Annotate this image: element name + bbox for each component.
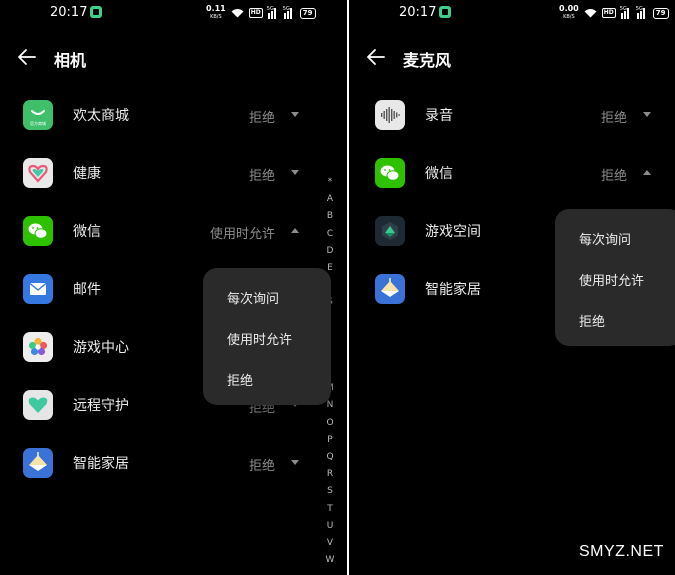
app-name: 录音 bbox=[425, 108, 453, 124]
index-letter[interactable]: * bbox=[324, 174, 336, 191]
status-bar: 20:17 0.00 KB/S HD 5G 5G 79 bbox=[349, 0, 675, 26]
app-name: 远程守护 bbox=[73, 398, 129, 414]
permission-value[interactable]: 拒绝 bbox=[249, 107, 275, 126]
permission-value[interactable]: 拒绝 bbox=[601, 107, 627, 126]
svg-text:官方商城: 官方商城 bbox=[30, 120, 46, 126]
dropdown-option-ask-every-time[interactable]: 每次询问 bbox=[227, 288, 279, 307]
app-name: 健康 bbox=[73, 166, 101, 182]
signal-icon: 5G bbox=[636, 6, 648, 19]
remote-guard-icon bbox=[23, 390, 53, 420]
right-screen: 20:17 0.00 KB/S HD 5G 5G 79 麦克风 录音 拒绝 微信… bbox=[349, 0, 675, 575]
permission-value[interactable]: 拒绝 bbox=[249, 165, 275, 184]
recorder-icon bbox=[375, 100, 405, 130]
heytap-mall-icon: 官方商城 bbox=[23, 100, 53, 130]
hd-icon: HD bbox=[248, 8, 263, 18]
status-time: 20:17 bbox=[399, 5, 437, 20]
wechat-icon bbox=[375, 158, 405, 188]
index-letter[interactable]: T bbox=[324, 501, 336, 518]
wifi-icon bbox=[231, 9, 244, 18]
page-title: 相机 bbox=[54, 51, 87, 70]
app-name: 微信 bbox=[425, 166, 453, 182]
status-time: 20:17 bbox=[50, 5, 88, 20]
app-name: 邮件 bbox=[73, 282, 101, 298]
list-item[interactable]: 微信 拒绝 bbox=[349, 144, 675, 202]
app-name: 智能家居 bbox=[73, 456, 129, 472]
dropdown-option-allow-while-using[interactable]: 使用时允许 bbox=[227, 329, 292, 348]
chevron-up-icon[interactable] bbox=[291, 228, 299, 233]
index-letter[interactable]: U bbox=[324, 518, 336, 535]
game-space-icon bbox=[375, 216, 405, 246]
dropdown-option-allow-while-using[interactable]: 使用时允许 bbox=[579, 270, 644, 289]
list-item[interactable]: 微信 使用时允许 bbox=[0, 202, 347, 260]
dropdown-option-deny[interactable]: 拒绝 bbox=[579, 311, 605, 330]
hd-icon: HD bbox=[601, 8, 616, 18]
status-bar: 20:17 0.11 KB/S HD 5G 5G 79 bbox=[0, 0, 347, 26]
index-letter[interactable]: O bbox=[324, 415, 336, 432]
dropdown-option-ask-every-time[interactable]: 每次询问 bbox=[579, 229, 631, 248]
smart-home-icon bbox=[23, 448, 53, 478]
back-arrow-icon[interactable] bbox=[366, 48, 386, 66]
battery-icon: 79 bbox=[652, 7, 669, 19]
left-screen: 20:17 0.11 KB/S HD 5G 5G 79 相机 官方商城 欢太商城… bbox=[0, 0, 347, 575]
app-name: 游戏空间 bbox=[425, 224, 481, 240]
chevron-down-icon[interactable] bbox=[291, 170, 299, 175]
smart-home-icon bbox=[375, 274, 405, 304]
index-letter[interactable]: A bbox=[324, 191, 336, 208]
permission-dropdown: 每次询问 使用时允许 拒绝 bbox=[203, 268, 331, 405]
index-letter[interactable]: C bbox=[324, 226, 336, 243]
signal-icon: 5G bbox=[620, 6, 632, 19]
wifi-icon bbox=[584, 9, 597, 18]
header: 相机 bbox=[0, 40, 347, 74]
index-letter[interactable]: B bbox=[324, 208, 336, 225]
signal-icon: 5G bbox=[283, 6, 295, 19]
chevron-down-icon[interactable] bbox=[643, 112, 651, 117]
header: 麦克风 bbox=[349, 40, 675, 74]
game-center-icon bbox=[23, 332, 53, 362]
notification-icon bbox=[90, 6, 102, 18]
list-item[interactable]: 录音 拒绝 bbox=[349, 86, 675, 144]
list-item[interactable]: 健康 拒绝 bbox=[0, 144, 347, 202]
mail-icon bbox=[23, 274, 53, 304]
battery-icon: 79 bbox=[299, 7, 316, 19]
permission-value[interactable]: 拒绝 bbox=[249, 455, 275, 474]
index-letter[interactable]: S bbox=[324, 483, 336, 500]
wechat-icon bbox=[23, 216, 53, 246]
back-arrow-icon[interactable] bbox=[17, 48, 37, 66]
index-letter[interactable]: D bbox=[324, 243, 336, 260]
index-letter[interactable]: V bbox=[324, 535, 336, 552]
index-letter[interactable]: Q bbox=[324, 449, 336, 466]
permission-value[interactable]: 使用时允许 bbox=[210, 223, 275, 242]
signal-icon: 5G bbox=[267, 6, 279, 19]
chevron-down-icon[interactable] bbox=[291, 112, 299, 117]
chevron-up-icon[interactable] bbox=[643, 170, 651, 175]
app-name: 智能家居 bbox=[425, 282, 481, 298]
permission-value[interactable]: 拒绝 bbox=[601, 165, 627, 184]
page-title: 麦克风 bbox=[403, 51, 452, 70]
list-item[interactable]: 智能家居 拒绝 bbox=[0, 434, 347, 492]
network-speed: 0.11 KB/S bbox=[206, 4, 226, 21]
health-icon bbox=[23, 158, 53, 188]
index-letter[interactable]: W bbox=[324, 552, 336, 569]
app-name: 欢太商城 bbox=[73, 108, 129, 124]
dropdown-option-deny[interactable]: 拒绝 bbox=[227, 370, 253, 389]
index-letter[interactable]: R bbox=[324, 466, 336, 483]
app-name: 微信 bbox=[73, 224, 101, 240]
chevron-down-icon[interactable] bbox=[291, 460, 299, 465]
index-letter[interactable]: P bbox=[324, 432, 336, 449]
list-item[interactable]: 官方商城 欢太商城 拒绝 bbox=[0, 86, 347, 144]
app-name: 游戏中心 bbox=[73, 340, 129, 356]
watermark: SMYZ.NET bbox=[579, 543, 664, 560]
permission-dropdown: 每次询问 使用时允许 拒绝 bbox=[555, 209, 675, 346]
network-speed: 0.00 KB/S bbox=[559, 4, 579, 21]
notification-icon bbox=[439, 6, 451, 18]
